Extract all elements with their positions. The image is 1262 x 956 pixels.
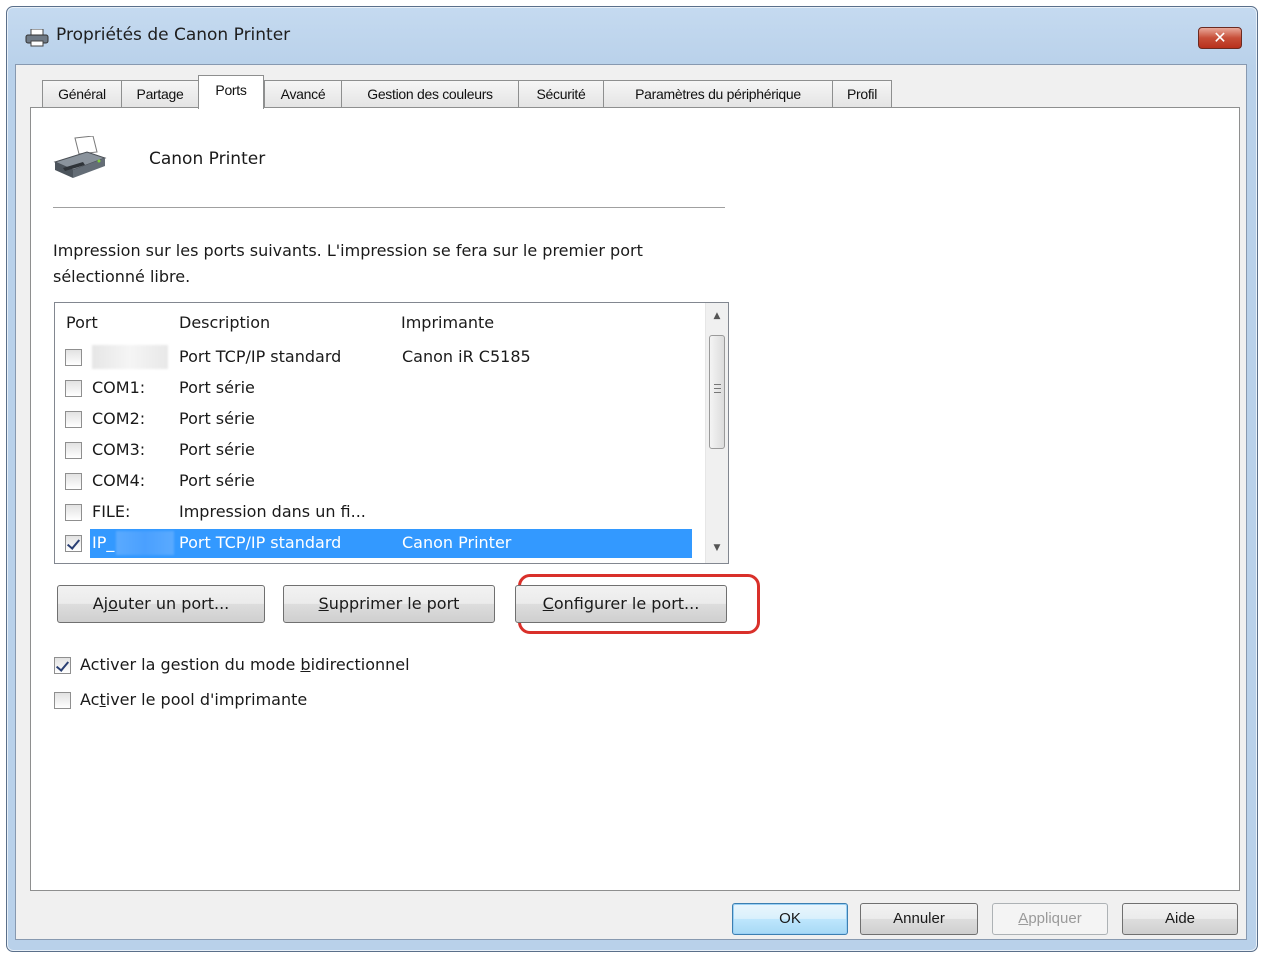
scrollbar-thumb[interactable]	[709, 335, 725, 449]
scroll-down-icon[interactable]: ▼	[706, 535, 728, 561]
tab-advanced[interactable]: Avancé	[264, 80, 342, 108]
help-label: Aide	[1164, 910, 1196, 927]
port-checkbox[interactable]	[65, 535, 82, 552]
port-checkbox[interactable]	[65, 349, 82, 366]
port-name: COM2:	[92, 409, 146, 428]
redacted-port-name	[116, 531, 174, 555]
tab-profile[interactable]: Profil	[832, 80, 892, 108]
port-name: COM1:	[92, 378, 146, 397]
port-name: IP_	[92, 533, 115, 552]
port-row[interactable]: COM4: Port série	[55, 467, 695, 498]
separator	[53, 207, 725, 208]
tab-device-settings[interactable]: Paramètres du périphérique	[603, 80, 833, 108]
tab-general[interactable]: Général	[42, 80, 122, 108]
port-description: Port série	[179, 440, 255, 459]
help-button[interactable]: Aide	[1122, 903, 1238, 935]
port-checkbox[interactable]	[65, 473, 82, 490]
grip-icon	[714, 384, 721, 393]
close-button[interactable]: ✕	[1198, 27, 1242, 49]
port-checkbox[interactable]	[65, 380, 82, 397]
port-checkbox[interactable]	[65, 504, 82, 521]
port-name: COM4:	[92, 471, 146, 490]
ports-tab-panel: Canon Printer Impression sur les ports s…	[30, 107, 1240, 891]
title-bar[interactable]: Propriétés de Canon Printer ✕	[7, 7, 1257, 65]
cancel-label: Annuler	[893, 910, 945, 927]
port-description: Port série	[179, 471, 255, 490]
port-printer: Canon iR C5185	[402, 347, 531, 366]
port-checkbox[interactable]	[65, 442, 82, 459]
printer-icon	[25, 29, 49, 47]
add-port-label-rest: uter un port...	[117, 594, 230, 613]
add-port-button[interactable]: Ajouter un port...	[57, 585, 265, 623]
port-row[interactable]: Port TCP/IP standard Canon iR C5185	[55, 343, 695, 374]
port-description: Port TCP/IP standard	[179, 533, 342, 552]
port-row[interactable]: COM2: Port série	[55, 405, 695, 436]
properties-dialog: Propriétés de Canon Printer ✕ Général Pa…	[6, 6, 1258, 952]
ok-label: OK	[779, 910, 801, 927]
close-icon: ✕	[1213, 28, 1227, 47]
port-description: Impression dans un fi...	[179, 502, 366, 521]
port-list[interactable]: Port Description Imprimante Port TCP/IP …	[54, 302, 729, 564]
printer-icon	[53, 136, 107, 178]
ok-button[interactable]: OK	[732, 903, 848, 935]
column-header-description[interactable]: Description	[179, 313, 270, 332]
apply-button[interactable]: Appliquer	[992, 903, 1108, 935]
scroll-up-icon[interactable]: ▲	[706, 303, 728, 329]
port-row[interactable]: COM3: Port série	[55, 436, 695, 467]
apply-mnemonic: A	[1018, 910, 1029, 927]
apply-label: ppliquer	[1028, 910, 1082, 927]
add-port-mnemonic: o	[108, 594, 118, 613]
port-checkbox[interactable]	[65, 411, 82, 428]
port-name: COM3:	[92, 440, 146, 459]
port-description: Port TCP/IP standard	[179, 347, 342, 366]
pooling-label: Activer le pool d'imprimante	[80, 690, 308, 709]
delete-port-button[interactable]: Supprimer le port	[283, 585, 495, 623]
delete-port-label: upprimer le port	[328, 594, 460, 613]
port-row[interactable]: COM1: Port série	[55, 374, 695, 405]
port-list-scrollbar[interactable]: ▲ ▼	[705, 303, 728, 563]
bidirectional-label: Activer la gestion du mode bidirectionne…	[80, 655, 410, 674]
tab-color-management[interactable]: Gestion des couleurs	[341, 80, 519, 108]
port-name: FILE:	[92, 502, 131, 521]
tab-security[interactable]: Sécurité	[518, 80, 604, 108]
add-port-label: Aj	[92, 594, 109, 613]
column-header-printer[interactable]: Imprimante	[401, 313, 494, 332]
configure-port-button[interactable]: Configurer le port...	[515, 585, 727, 623]
port-row-selected[interactable]: IP_ Port TCP/IP standard Canon Printer	[55, 529, 695, 560]
port-list-header: Port Description Imprimante	[55, 303, 695, 339]
printer-name: Canon Printer	[149, 149, 266, 169]
tab-ports[interactable]: Ports	[198, 75, 264, 109]
dialog-client-area: Général Partage Ports Avancé Gestion des…	[15, 64, 1247, 940]
ports-description: Impression sur les ports suivants. L'imp…	[53, 241, 643, 286]
tab-sharing[interactable]: Partage	[121, 80, 199, 108]
column-header-port[interactable]: Port	[66, 313, 98, 332]
port-printer: Canon Printer	[402, 533, 512, 552]
pooling-checkbox[interactable]	[54, 692, 71, 709]
port-description: Port série	[179, 409, 255, 428]
configure-port-mnemonic: C	[542, 594, 554, 613]
window-title: Propriétés de Canon Printer	[56, 25, 291, 45]
cancel-button[interactable]: Annuler	[860, 903, 978, 935]
configure-port-label: onfigurer le port...	[553, 594, 700, 613]
port-row[interactable]: FILE: Impression dans un fi...	[55, 498, 695, 529]
redacted-port-name	[92, 345, 168, 369]
port-description: Port série	[179, 378, 255, 397]
delete-port-mnemonic: S	[318, 594, 329, 613]
bidirectional-checkbox[interactable]	[54, 657, 71, 674]
